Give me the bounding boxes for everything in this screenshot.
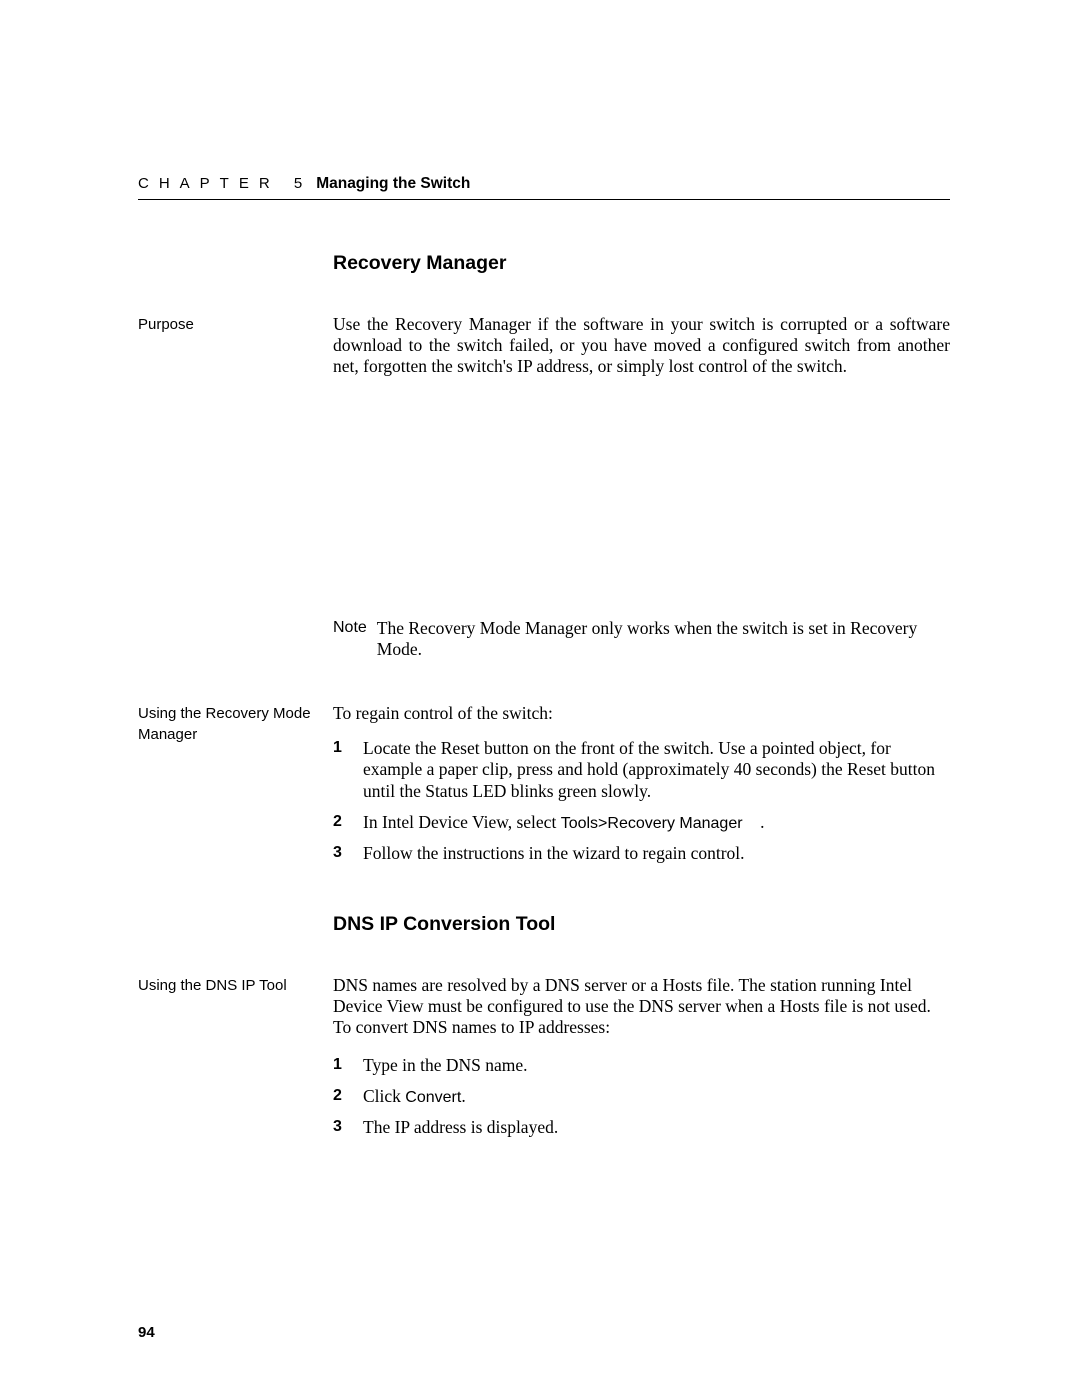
list-item: 2 Click Convert. xyxy=(333,1086,950,1108)
list-item: 1 Type in the DNS name. xyxy=(333,1055,950,1076)
step-number: 2 xyxy=(333,1086,363,1108)
list-item: 3 Follow the instructions in the wizard … xyxy=(333,843,950,864)
dns-intro: DNS names are resolved by a DNS server o… xyxy=(333,975,950,1039)
page-number: 94 xyxy=(138,1324,155,1341)
note-block: Note The Recovery Mode Manager only work… xyxy=(333,618,950,661)
purpose-text: Use the Recovery Manager if the software… xyxy=(333,314,950,378)
document-page: CHAPTER 5 Managing the Switch Recovery M… xyxy=(0,0,1080,1149)
step-number: 1 xyxy=(333,738,363,802)
section-heading-dns: DNS IP Conversion Tool xyxy=(333,913,950,937)
step-number: 1 xyxy=(333,1055,363,1076)
side-label-using-recovery: Using the Recovery Mode Manager xyxy=(138,703,333,875)
chapter-label: CHAPTER 5 xyxy=(138,175,312,192)
list-item: 3 The IP address is displayed. xyxy=(333,1117,950,1138)
ui-menu-path: Tools>Recovery Manager xyxy=(561,815,743,832)
step-body: Type in the DNS name. xyxy=(363,1055,950,1076)
recovery-steps: 1 Locate the Reset button on the front o… xyxy=(333,738,950,865)
step-body: In Intel Device View, select Tools>Recov… xyxy=(363,812,950,834)
step-number: 3 xyxy=(333,1117,363,1138)
step-body: The IP address is displayed. xyxy=(363,1117,950,1138)
side-label-purpose: Purpose xyxy=(138,314,333,703)
note-text: The Recovery Mode Manager only works whe… xyxy=(377,618,950,661)
chapter-title: Managing the Switch xyxy=(316,175,470,193)
list-item: 2 In Intel Device View, select Tools>Rec… xyxy=(333,812,950,834)
recovery-intro: To regain control of the switch: xyxy=(333,703,950,724)
list-item: 1 Locate the Reset button on the front o… xyxy=(333,738,950,802)
note-label: Note xyxy=(333,618,367,661)
section-heading-recovery: Recovery Manager xyxy=(333,252,950,276)
step-body: Click Convert. xyxy=(363,1086,950,1108)
ui-button-name: Convert xyxy=(405,1089,461,1106)
step-body: Follow the instructions in the wizard to… xyxy=(363,843,950,864)
dns-steps: 1 Type in the DNS name. 2 Click Convert.… xyxy=(333,1055,950,1139)
section-recovery-manager: Recovery Manager Purpose Use the Recover… xyxy=(138,252,950,1149)
step-number: 2 xyxy=(333,812,363,834)
step-number: 3 xyxy=(333,843,363,864)
step-body: Locate the Reset button on the front of … xyxy=(363,738,950,802)
side-label-using-dns: Using the DNS IP Tool xyxy=(138,975,333,1149)
running-header: CHAPTER 5 Managing the Switch xyxy=(138,175,950,200)
